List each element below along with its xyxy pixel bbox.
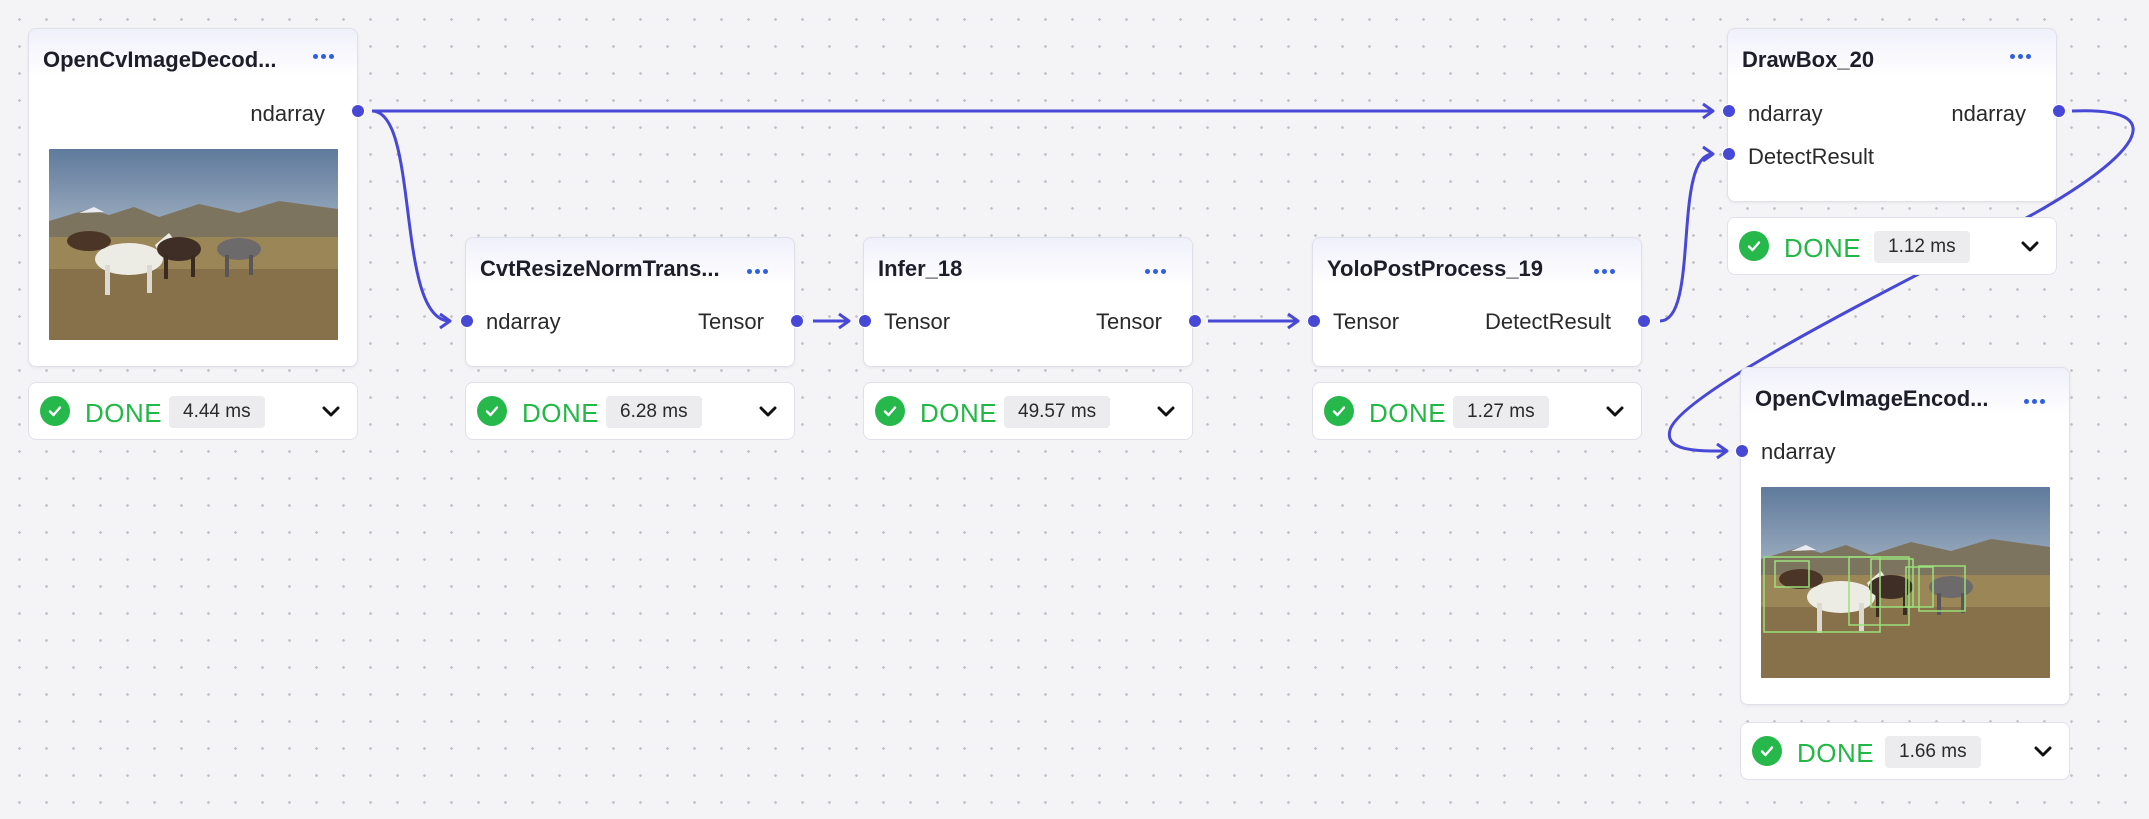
check-circle-icon: [1739, 231, 1769, 261]
infer-input-port[interactable]: [858, 314, 872, 328]
resize-output-port[interactable]: [790, 314, 804, 328]
node-title: CvtResizeNormTrans...: [480, 256, 720, 281]
chevron-down-icon[interactable]: [2018, 235, 2042, 259]
duration-badge: 1.66 ms: [1885, 736, 1981, 768]
check-circle-icon: [875, 396, 905, 426]
status-bar-decode: DONE 4.44 ms: [28, 382, 358, 440]
edge-decode-to-resize[interactable]: [371, 109, 451, 323]
edge-yolo-to-drawbox[interactable]: [1659, 152, 1714, 323]
check-circle-icon: [1324, 396, 1354, 426]
status-text: DONE: [1784, 233, 1862, 263]
node-yolo-postprocess[interactable]: YoloPostProcess_19 Tensor DetectResult: [1312, 237, 1642, 367]
chevron-down-icon[interactable]: [2031, 740, 2055, 764]
status-bar-resize: DONE 6.28 ms: [465, 382, 795, 440]
drawbox-output-port[interactable]: [2052, 104, 2066, 118]
node-resize-norm[interactable]: CvtResizeNormTrans... ndarray Tensor: [465, 237, 795, 367]
output-port-label: DetectResult: [1485, 309, 1611, 334]
encode-input-port[interactable]: [1735, 444, 1749, 458]
resize-input-port[interactable]: [460, 314, 474, 328]
status-text: DONE: [522, 398, 600, 428]
duration-badge: 4.44 ms: [169, 396, 265, 428]
node-title: Infer_18: [878, 256, 963, 281]
ellipsis-icon[interactable]: [742, 258, 772, 284]
ellipsis-icon[interactable]: [1589, 258, 1619, 284]
infer-output-port[interactable]: [1188, 314, 1202, 328]
chevron-down-icon[interactable]: [1603, 400, 1627, 424]
status-bar-infer: DONE 49.57 ms: [863, 382, 1193, 440]
input-image-preview: [49, 149, 338, 340]
duration-badge: 1.27 ms: [1453, 396, 1549, 428]
chevron-down-icon[interactable]: [319, 400, 343, 424]
drawbox-detect-input-port[interactable]: [1722, 147, 1736, 161]
status-text: DONE: [920, 398, 998, 428]
check-circle-icon: [477, 396, 507, 426]
output-port-label: ndarray: [250, 101, 325, 126]
status-text: DONE: [1369, 398, 1447, 428]
input-port-label-detect: DetectResult: [1748, 144, 1874, 169]
output-port-label: ndarray: [1951, 101, 2026, 126]
input-port-label-image: ndarray: [1748, 101, 1823, 126]
check-circle-icon: [1752, 736, 1782, 766]
node-image-decode[interactable]: OpenCvImageDecod... ndarray: [28, 28, 358, 367]
node-title: YoloPostProcess_19: [1327, 256, 1544, 281]
chevron-down-icon[interactable]: [756, 400, 780, 424]
ellipsis-icon[interactable]: [1140, 258, 1170, 284]
duration-badge: 6.28 ms: [606, 396, 702, 428]
status-text: DONE: [85, 398, 163, 428]
node-infer[interactable]: Infer_18 Tensor Tensor: [863, 237, 1193, 367]
node-title: OpenCvImageDecod...: [43, 47, 277, 72]
node-title: OpenCvImageEncod...: [1755, 386, 1989, 411]
check-circle-icon: [40, 396, 70, 426]
yolo-input-port[interactable]: [1307, 314, 1321, 328]
chevron-down-icon[interactable]: [1154, 400, 1178, 424]
duration-badge: 49.57 ms: [1004, 396, 1111, 428]
output-image-preview: [1761, 487, 2050, 678]
status-bar-drawbox: DONE 1.12 ms: [1727, 217, 2057, 275]
node-drawbox[interactable]: DrawBox_20 ndarray DetectResult ndarray: [1727, 28, 2057, 202]
status-text: DONE: [1797, 738, 1875, 768]
output-port-label: Tensor: [1095, 309, 1162, 334]
input-port-label: Tensor: [1333, 309, 1400, 334]
status-bar-encode: DONE 1.66 ms: [1740, 722, 2070, 780]
duration-badge: 1.12 ms: [1874, 231, 1970, 263]
status-bar-yolo: DONE 1.27 ms: [1312, 382, 1642, 440]
drawbox-image-input-port[interactable]: [1722, 104, 1736, 118]
pipeline-canvas[interactable]: OpenCvImageDecod... ndarray DONE 4.44 ms…: [0, 0, 2149, 819]
node-title: DrawBox_20: [1742, 47, 1875, 72]
node-image-encode[interactable]: OpenCvImageEncod... ndarray: [1740, 367, 2070, 705]
output-port-label: Tensor: [697, 309, 764, 334]
ellipsis-icon[interactable]: [308, 43, 338, 69]
input-port-label: ndarray: [486, 309, 561, 334]
input-port-label: Tensor: [884, 309, 951, 334]
yolo-output-port[interactable]: [1637, 314, 1651, 328]
ellipsis-icon[interactable]: [2019, 388, 2049, 414]
ellipsis-icon[interactable]: [2005, 43, 2035, 69]
input-port-label: ndarray: [1761, 439, 1836, 464]
decode-output-port[interactable]: [351, 104, 365, 118]
